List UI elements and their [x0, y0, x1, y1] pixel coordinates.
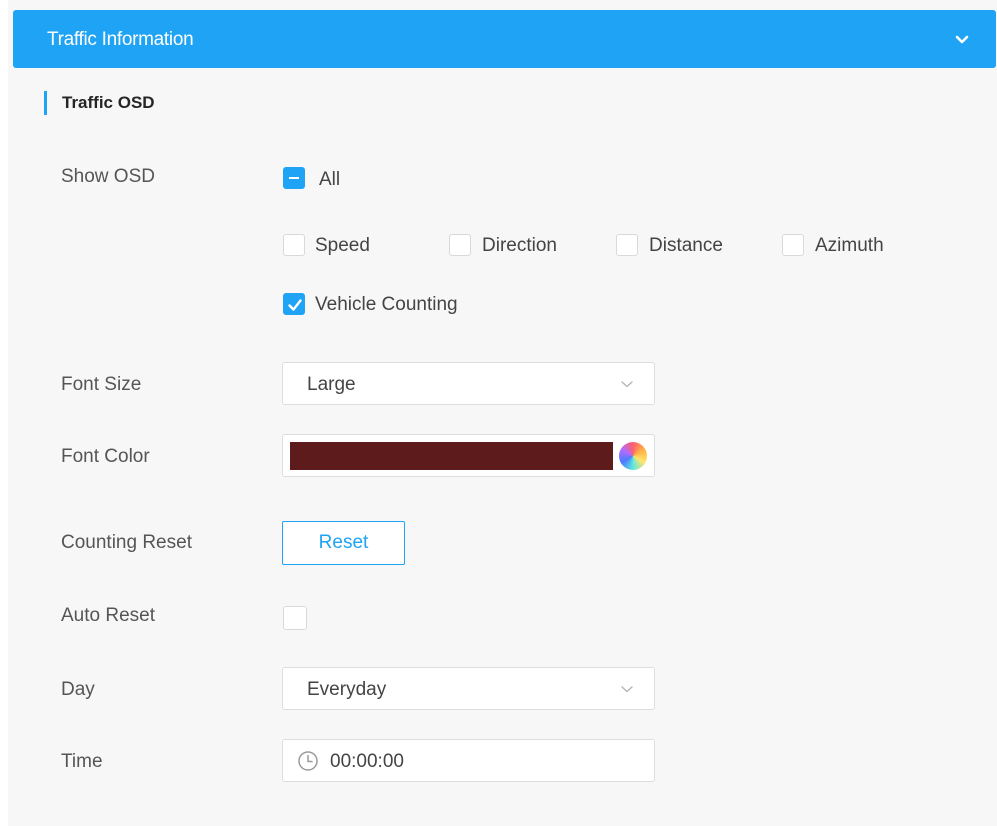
vehicle-counting-checkbox[interactable]	[283, 293, 305, 315]
header-title: Traffic Information	[47, 29, 194, 50]
speed-checkbox-label[interactable]: Speed	[315, 235, 370, 257]
time-picker[interactable]: 00:00:00	[282, 739, 655, 782]
vehicle-counting-checkbox-label[interactable]: Vehicle Counting	[315, 294, 458, 316]
traffic-information-header[interactable]: Traffic Information	[13, 10, 996, 68]
day-value: Everyday	[307, 679, 387, 700]
chevron-down-icon	[621, 381, 633, 388]
chevron-down-icon[interactable]	[954, 32, 970, 46]
direction-checkbox[interactable]	[449, 234, 471, 256]
azimuth-checkbox[interactable]	[782, 234, 804, 256]
chevron-down-icon	[621, 686, 633, 693]
reset-button[interactable]: Reset	[282, 521, 405, 565]
time-value: 00:00:00	[330, 751, 404, 772]
all-checkbox[interactable]	[283, 167, 305, 189]
font-color-field[interactable]	[282, 434, 655, 477]
direction-checkbox-label[interactable]: Direction	[482, 235, 557, 257]
section-title: Traffic OSD	[44, 91, 155, 115]
font-size-select[interactable]: Large	[282, 362, 655, 405]
font-size-value: Large	[307, 374, 356, 395]
time-label: Time	[61, 751, 103, 772]
auto-reset-checkbox[interactable]	[283, 606, 307, 630]
checkmark-icon	[288, 299, 302, 311]
azimuth-checkbox-label[interactable]: Azimuth	[815, 235, 884, 257]
font-size-label: Font Size	[61, 374, 142, 395]
font-color-label: Font Color	[61, 446, 150, 467]
day-select[interactable]: Everyday	[282, 667, 655, 710]
auto-reset-label: Auto Reset	[61, 605, 155, 626]
show-osd-label: Show OSD	[61, 166, 155, 187]
distance-checkbox[interactable]	[616, 234, 638, 256]
clock-icon	[298, 751, 318, 771]
counting-reset-label: Counting Reset	[61, 532, 192, 553]
distance-checkbox-label[interactable]: Distance	[649, 235, 723, 257]
all-checkbox-label[interactable]: All	[319, 169, 340, 191]
color-wheel-icon[interactable]	[619, 442, 647, 470]
font-color-swatch[interactable]	[290, 442, 613, 470]
day-label: Day	[61, 679, 95, 700]
speed-checkbox[interactable]	[283, 234, 305, 256]
